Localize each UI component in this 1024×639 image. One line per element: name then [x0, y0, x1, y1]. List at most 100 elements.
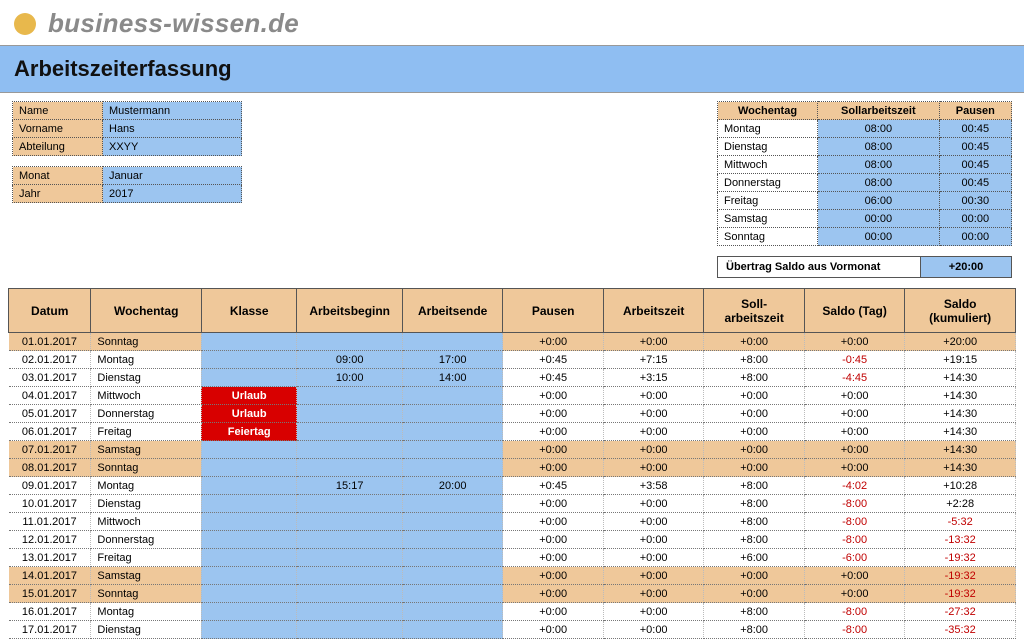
cell-date: 05.01.2017 — [9, 405, 91, 423]
cell-klasse[interactable] — [201, 603, 296, 621]
table-row: 07.01.2017Samstag+0:00+0:00+0:00+0:00+14… — [9, 441, 1016, 459]
cell-end[interactable] — [402, 495, 502, 513]
cell-end[interactable] — [402, 621, 502, 639]
cell-klasse[interactable] — [201, 585, 296, 603]
cell-end[interactable] — [402, 387, 502, 405]
cell-work: +0:00 — [603, 513, 703, 531]
wt-day: Dienstag — [718, 138, 818, 156]
wt-soll[interactable]: 08:00 — [818, 174, 940, 192]
wt-pause[interactable]: 00:30 — [939, 192, 1011, 210]
cell-begin[interactable] — [297, 531, 403, 549]
cell-klasse[interactable] — [201, 549, 296, 567]
cell-klasse[interactable]: Feiertag — [201, 423, 296, 441]
cell-begin[interactable] — [297, 585, 403, 603]
wt-head-day: Wochentag — [718, 102, 818, 120]
wt-pause[interactable]: 00:00 — [939, 228, 1011, 246]
cell-soll: +8:00 — [704, 369, 804, 387]
cell-begin[interactable] — [297, 549, 403, 567]
cell-end[interactable] — [402, 531, 502, 549]
cell-end[interactable] — [402, 567, 502, 585]
h-saldo: Saldo (Tag) — [804, 289, 904, 333]
cell-klasse[interactable] — [201, 531, 296, 549]
cell-end[interactable]: 17:00 — [402, 351, 502, 369]
cell-klasse[interactable] — [201, 621, 296, 639]
cell-begin[interactable] — [297, 603, 403, 621]
table-row: 03.01.2017Dienstag10:0014:00+0:45+3:15+8… — [9, 369, 1016, 387]
cell-cum: +20:00 — [905, 333, 1016, 351]
cell-end[interactable] — [402, 459, 502, 477]
cell-end[interactable] — [402, 441, 502, 459]
logo-dot-icon — [14, 13, 36, 35]
cell-date: 12.01.2017 — [9, 531, 91, 549]
cell-begin[interactable] — [297, 567, 403, 585]
cell-begin[interactable] — [297, 423, 403, 441]
cell-klasse[interactable] — [201, 459, 296, 477]
wt-pause[interactable]: 00:45 — [939, 120, 1011, 138]
cell-day: Montag — [91, 603, 202, 621]
cell-end[interactable]: 20:00 — [402, 477, 502, 495]
cell-begin[interactable] — [297, 405, 403, 423]
cell-end[interactable] — [402, 549, 502, 567]
cell-klasse[interactable] — [201, 333, 296, 351]
value-jahr[interactable]: 2017 — [103, 185, 242, 203]
cell-end[interactable] — [402, 513, 502, 531]
cell-soll: +0:00 — [704, 441, 804, 459]
cell-end[interactable]: 14:00 — [402, 369, 502, 387]
cell-end[interactable] — [402, 405, 502, 423]
cell-begin[interactable]: 10:00 — [297, 369, 403, 387]
value-abteilung[interactable]: XXYY — [103, 138, 242, 156]
cell-klasse[interactable]: Urlaub — [201, 387, 296, 405]
cell-day: Dienstag — [91, 369, 202, 387]
cell-begin[interactable] — [297, 621, 403, 639]
cell-saldo: -8:00 — [804, 531, 904, 549]
left-block: Name Mustermann Vorname Hans Abteilung X… — [12, 101, 242, 278]
cell-day: Donnerstag — [91, 405, 202, 423]
cell-end[interactable] — [402, 585, 502, 603]
cell-work: +0:00 — [603, 387, 703, 405]
cell-begin[interactable] — [297, 495, 403, 513]
wt-soll[interactable]: 00:00 — [818, 228, 940, 246]
cell-end[interactable] — [402, 333, 502, 351]
cell-end[interactable] — [402, 603, 502, 621]
cell-begin[interactable] — [297, 513, 403, 531]
cell-klasse[interactable] — [201, 513, 296, 531]
cell-klasse[interactable]: Urlaub — [201, 405, 296, 423]
wt-soll[interactable]: 08:00 — [818, 120, 940, 138]
cell-begin[interactable] — [297, 441, 403, 459]
cell-begin[interactable]: 09:00 — [297, 351, 403, 369]
value-name[interactable]: Mustermann — [103, 102, 242, 120]
cell-begin[interactable] — [297, 333, 403, 351]
cell-saldo: +0:00 — [804, 333, 904, 351]
wt-pause[interactable]: 00:45 — [939, 174, 1011, 192]
cell-pause: +0:00 — [503, 567, 603, 585]
cell-klasse[interactable] — [201, 369, 296, 387]
value-vorname[interactable]: Hans — [103, 120, 242, 138]
cell-klasse[interactable] — [201, 351, 296, 369]
cell-work: +0:00 — [603, 459, 703, 477]
cell-klasse[interactable] — [201, 567, 296, 585]
carry-value[interactable]: +20:00 — [921, 257, 1011, 277]
wt-soll[interactable]: 08:00 — [818, 138, 940, 156]
wt-pause[interactable]: 00:45 — [939, 156, 1011, 174]
cell-day: Mittwoch — [91, 387, 202, 405]
cell-klasse[interactable] — [201, 477, 296, 495]
cell-klasse[interactable] — [201, 441, 296, 459]
table-row: 08.01.2017Sonntag+0:00+0:00+0:00+0:00+14… — [9, 459, 1016, 477]
cell-work: +0:00 — [603, 531, 703, 549]
cell-soll: +0:00 — [704, 459, 804, 477]
wt-pause[interactable]: 00:45 — [939, 138, 1011, 156]
wt-soll[interactable]: 00:00 — [818, 210, 940, 228]
cell-end[interactable] — [402, 423, 502, 441]
wt-soll[interactable]: 06:00 — [818, 192, 940, 210]
wt-soll[interactable]: 08:00 — [818, 156, 940, 174]
cell-saldo: +0:00 — [804, 405, 904, 423]
cell-begin[interactable]: 15:17 — [297, 477, 403, 495]
time-grid: Datum Wochentag Klasse Arbeitsbeginn Arb… — [8, 288, 1016, 639]
cell-klasse[interactable] — [201, 495, 296, 513]
cell-saldo: -8:00 — [804, 603, 904, 621]
value-monat[interactable]: Januar — [103, 167, 242, 185]
cell-pause: +0:00 — [503, 531, 603, 549]
cell-begin[interactable] — [297, 387, 403, 405]
cell-begin[interactable] — [297, 459, 403, 477]
wt-pause[interactable]: 00:00 — [939, 210, 1011, 228]
